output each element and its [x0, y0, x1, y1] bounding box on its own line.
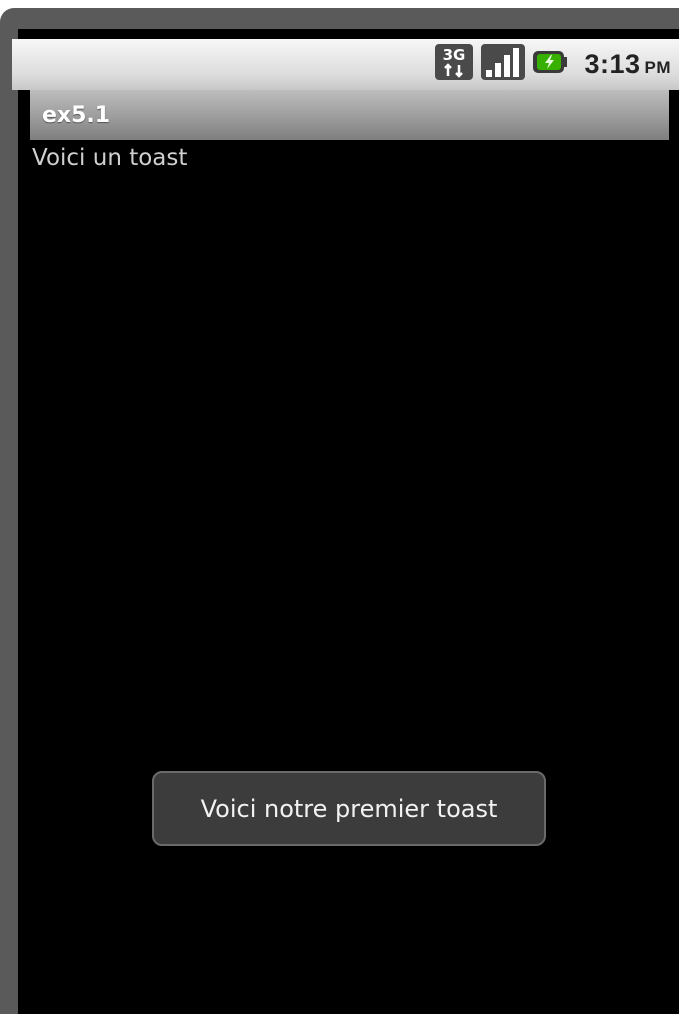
app-title: ex5.1	[42, 102, 111, 128]
status-time-value: 3:13	[584, 49, 641, 79]
battery-charging-icon	[532, 47, 568, 82]
toast-message: Voici notre premier toast	[152, 771, 546, 846]
3g-label: 3G	[443, 46, 466, 64]
toast-text: Voici notre premier toast	[200, 794, 498, 823]
status-time: 3:13 PM	[584, 49, 671, 80]
status-icons: 3G 3:13 PM	[434, 39, 671, 90]
status-bar: 3G 3:13 PM	[12, 39, 679, 90]
status-time-ampm: PM	[644, 58, 671, 77]
app-title-bar: ex5.1	[30, 90, 669, 140]
3g-data-icon: 3G	[434, 43, 474, 86]
app-screen	[18, 29, 679, 1014]
body-text: Voici un toast	[32, 145, 188, 171]
signal-strength-icon	[480, 43, 526, 86]
